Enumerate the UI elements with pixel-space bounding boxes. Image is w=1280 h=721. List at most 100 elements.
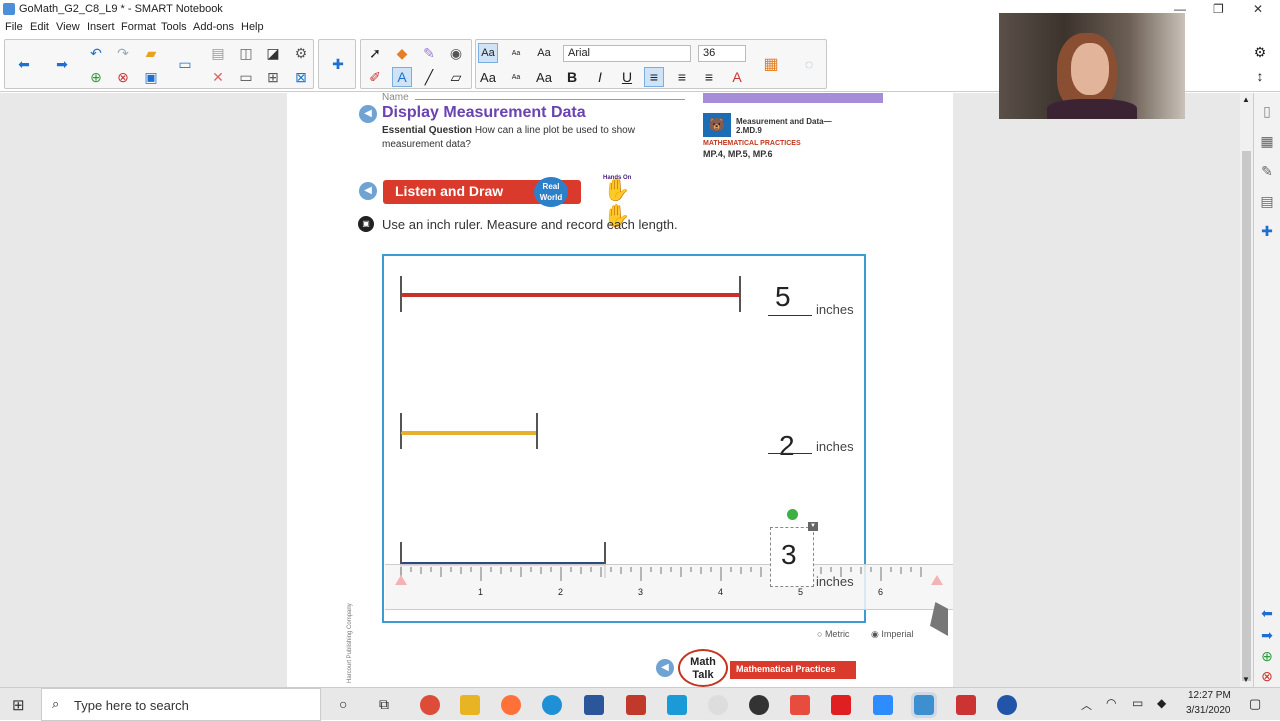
- screencast-icon[interactable]: [667, 695, 687, 715]
- side-add-page-icon[interactable]: ⊕: [1257, 646, 1277, 666]
- text-style-5[interactable]: Aa: [506, 67, 526, 87]
- scroll-up-icon[interactable]: ▲: [1242, 95, 1250, 104]
- undo-icon[interactable]: ↶: [86, 43, 106, 63]
- redo-icon[interactable]: ↷: [113, 43, 133, 63]
- text-style-1[interactable]: Aa: [478, 43, 498, 63]
- chrome-icon[interactable]: [420, 695, 440, 715]
- battery-icon[interactable]: ▭: [1132, 696, 1143, 710]
- answer-3[interactable]: 3: [781, 539, 797, 571]
- acrobat-icon[interactable]: [831, 695, 851, 715]
- bold-button[interactable]: B: [562, 67, 582, 87]
- line-tool-icon[interactable]: ╱: [419, 67, 439, 87]
- add-page-icon[interactable]: ⊕: [86, 67, 106, 87]
- text-effects-icon[interactable]: A: [727, 67, 747, 87]
- menu-file[interactable]: File: [5, 21, 23, 33]
- pens-icon[interactable]: ✐: [365, 67, 385, 87]
- itunes-icon[interactable]: [708, 695, 728, 715]
- audio-speaker-icon[interactable]: ◀: [359, 105, 377, 123]
- magic-pen-icon[interactable]: ✎: [419, 43, 439, 63]
- table-icon[interactable]: ⊞: [263, 67, 283, 87]
- paste-icon[interactable]: ▤: [208, 43, 228, 63]
- file-explorer-icon[interactable]: [460, 695, 480, 715]
- windows-start-icon[interactable]: ⊞: [12, 696, 25, 714]
- dropbox-icon[interactable]: ◆: [1157, 696, 1166, 710]
- blue-app-icon[interactable]: [997, 695, 1017, 715]
- open-folder-icon[interactable]: ▰: [141, 43, 161, 63]
- audio-speaker-icon-3[interactable]: ◀: [656, 659, 674, 677]
- properties-icon[interactable]: ◌: [799, 54, 819, 74]
- maximize-button[interactable]: ❐: [1213, 2, 1224, 16]
- active-text-box[interactable]: 3: [770, 527, 814, 587]
- delete-icon[interactable]: ✕: [208, 67, 228, 87]
- taskbar-search[interactable]: ⌕ Type here to search: [41, 688, 321, 721]
- notifications-icon[interactable]: ▢: [1249, 696, 1261, 712]
- smart-tools-icon[interactable]: [956, 695, 976, 715]
- vertical-scrollbar[interactable]: ▲ ▼: [1240, 93, 1253, 687]
- scroll-down-icon[interactable]: ▼: [1242, 675, 1250, 684]
- forward-arrow-icon[interactable]: ➡: [52, 54, 72, 74]
- text-style-6[interactable]: Aa: [534, 67, 554, 87]
- imperial-option[interactable]: ◉ Imperial: [871, 629, 913, 640]
- answer-1[interactable]: 5: [775, 281, 791, 313]
- gallery-icon[interactable]: ▦: [1257, 131, 1277, 151]
- back-arrow-icon[interactable]: ⬅: [14, 54, 34, 74]
- text-style-2[interactable]: Aa: [506, 43, 526, 63]
- underline-button[interactable]: U: [617, 67, 637, 87]
- menu-tools[interactable]: Tools: [161, 21, 187, 33]
- shapes-icon[interactable]: ◆: [392, 43, 412, 63]
- audio-app-icon[interactable]: [749, 695, 769, 715]
- select-arrow-icon[interactable]: ➚: [365, 43, 385, 63]
- wifi-icon[interactable]: ◠: [1106, 696, 1116, 710]
- display-icon[interactable]: ▭: [175, 54, 195, 74]
- text-tool-icon[interactable]: A: [392, 67, 412, 87]
- scroll-thumb[interactable]: [1242, 151, 1251, 681]
- menu-insert[interactable]: Insert: [87, 21, 115, 33]
- attachments-icon[interactable]: ✎: [1257, 161, 1277, 181]
- menu-help[interactable]: Help: [241, 21, 264, 33]
- delete-page-icon[interactable]: ⊗: [113, 67, 133, 87]
- align-left-button[interactable]: ≡: [644, 67, 664, 87]
- clock-time[interactable]: 12:27 PM: [1188, 690, 1231, 701]
- task-view-icon[interactable]: ⧉: [379, 696, 389, 713]
- document-camera-icon[interactable]: ⚙: [291, 43, 311, 63]
- menu-view[interactable]: View: [56, 21, 80, 33]
- show-screen-icon[interactable]: ▭: [236, 67, 256, 87]
- rotate-handle[interactable]: [787, 509, 798, 520]
- tray-chevron-icon[interactable]: ︿: [1081, 697, 1092, 713]
- font-size-select[interactable]: 36: [698, 45, 746, 62]
- metric-option[interactable]: ○ Metric: [817, 629, 849, 639]
- toolbar-position-icon[interactable]: ↕: [1250, 66, 1270, 86]
- addons-tab-icon[interactable]: ✚: [1257, 221, 1277, 241]
- ruler-tool[interactable]: 1 2 3 4 5 6: [385, 564, 953, 610]
- smart-notebook-taskbar-icon[interactable]: [911, 692, 937, 718]
- menu-addons[interactable]: Add-ons: [193, 21, 234, 33]
- screen-capture-icon[interactable]: ◫: [236, 43, 256, 63]
- settings-gear-icon[interactable]: ⚙: [1250, 42, 1270, 62]
- cortana-icon[interactable]: ○: [339, 696, 347, 712]
- ruler-left-arrow[interactable]: [395, 575, 407, 585]
- properties-tab-icon[interactable]: ▤: [1257, 191, 1277, 211]
- clock-date[interactable]: 3/31/2020: [1186, 705, 1231, 716]
- firefox-icon[interactable]: [501, 695, 521, 715]
- font-family-select[interactable]: Arial: [563, 45, 691, 62]
- audio-speaker-icon-2[interactable]: ◀: [359, 182, 377, 200]
- word-icon[interactable]: [584, 695, 604, 715]
- save-icon[interactable]: ▣: [141, 67, 161, 87]
- side-forward-arrow-icon[interactable]: ➡: [1257, 625, 1277, 645]
- menu-edit[interactable]: Edit: [30, 21, 49, 33]
- menu-format[interactable]: Format: [121, 21, 156, 33]
- fill-icon[interactable]: ◉: [446, 43, 466, 63]
- eraser-icon[interactable]: ▱: [446, 67, 466, 87]
- page-sorter-icon[interactable]: ▯: [1257, 101, 1277, 121]
- text-style-4[interactable]: Aa: [478, 67, 498, 87]
- text-box-menu-icon[interactable]: ▼: [808, 522, 818, 531]
- answer-2[interactable]: 2: [779, 430, 795, 462]
- edge-icon[interactable]: [542, 695, 562, 715]
- italic-button[interactable]: I: [590, 67, 610, 87]
- text-style-3[interactable]: Aa: [534, 43, 554, 63]
- close-button[interactable]: ✕: [1253, 2, 1263, 16]
- t-app-icon[interactable]: [626, 695, 646, 715]
- color-palette-icon[interactable]: ▦: [761, 54, 781, 74]
- ruler-right-arrow[interactable]: [931, 575, 943, 585]
- zoom-icon[interactable]: [873, 695, 893, 715]
